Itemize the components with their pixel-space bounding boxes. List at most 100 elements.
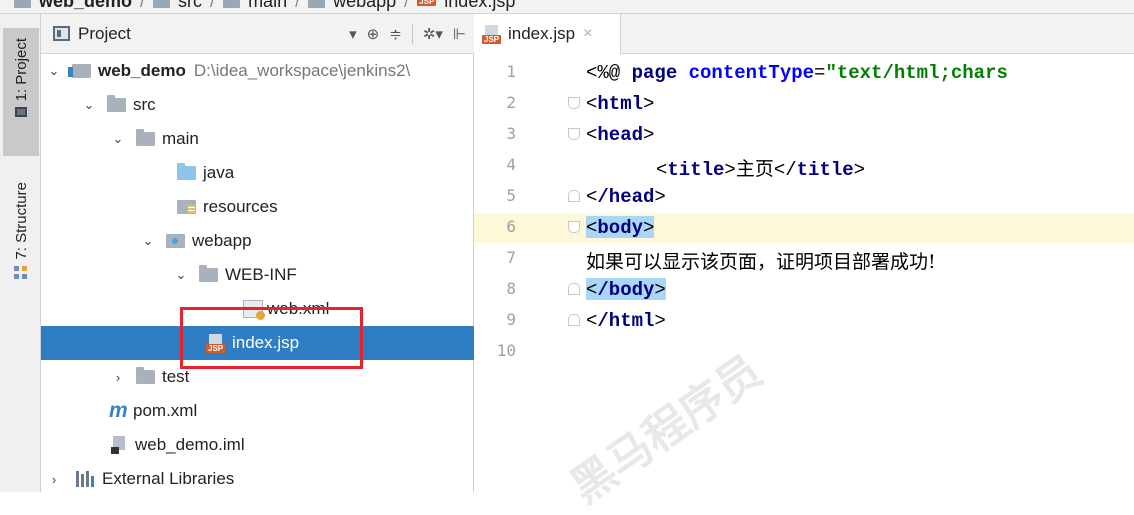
module-folder-icon [14,0,31,8]
fold-marker-icon[interactable] [568,97,580,111]
code-text: </body> [586,278,666,301]
expand-arrow-icon[interactable]: › [46,472,62,487]
fold-marker-icon[interactable] [568,190,580,204]
line-number: 5 [506,186,516,205]
folder-icon [107,95,126,112]
maven-icon: m [109,399,128,422]
fold-marker-icon[interactable] [568,128,580,142]
folder-icon [223,0,241,8]
code-line-6: 6 <body> [474,213,1134,243]
breadcrumb-item-main[interactable]: main [248,0,287,12]
code-line-9: 9 </html> [474,306,1134,336]
breadcrumb-separator: / [295,0,301,11]
close-tab-icon[interactable]: × [583,25,592,43]
project-panel-title: Project [78,23,131,43]
tree-item-label: External Libraries [102,469,235,488]
library-icon [76,471,96,487]
breadcrumb-item-src[interactable]: src [178,0,202,12]
expand-arrow-icon[interactable]: › [110,370,126,385]
iml-file-icon [111,436,129,454]
code-text: 如果可以显示该页面，证明项目部署成功! [586,251,936,273]
tree-item-resources[interactable]: resources [41,190,474,224]
tree-item-webapp[interactable]: ⌄ webapp [41,224,474,258]
line-number: 10 [496,341,516,360]
tree-item-src[interactable]: ⌄ src [41,88,474,122]
tree-item-label: main [162,129,199,148]
collapse-arrow-icon[interactable]: ⌄ [81,97,97,113]
collapse-arrow-icon[interactable]: ⌄ [140,233,156,249]
folder-icon [153,0,171,8]
code-text: <html> [586,93,655,115]
breadcrumb-separator: / [140,0,146,11]
breadcrumb-item-webapp[interactable]: webapp [333,0,396,12]
folder-icon [136,129,155,146]
project-panel-header: Project ▾ ⊕ ≑ ✲▾ ⊩ [41,14,474,54]
project-panel-toolbar: ▾ ⊕ ≑ ✲▾ ⊩ [349,14,474,54]
tab-label: index.jsp [508,24,576,43]
code-text: </html> [586,310,666,332]
code-line-7: 7 如果可以显示该页面，证明项目部署成功! [474,244,1134,274]
module-folder-icon [68,64,91,78]
collapse-all-icon[interactable]: ≑ [389,25,402,43]
collapse-arrow-icon[interactable]: ⌄ [110,131,126,147]
tool-tab-project[interactable]: 1: Project [3,28,39,156]
breadcrumb-separator: / [404,0,410,11]
line-number: 3 [506,124,516,143]
jsp-file-icon: JSP [417,0,437,6]
tree-item-external-libraries[interactable]: › External Libraries [41,462,474,496]
line-number: 1 [506,62,516,81]
collapse-arrow-icon[interactable]: ⌄ [173,267,189,283]
tool-tab-project-label: 1: Project [12,38,30,102]
navigation-breadcrumb: web_demo / src / main / webapp / JSP ind… [0,0,1134,14]
toolbar-divider [411,24,413,44]
code-line-4: 4 <title>主页</title> [474,151,1134,181]
code-text: <head> [586,124,655,146]
breadcrumb-item-index-jsp[interactable]: index.jsp [444,0,515,12]
project-tool-window: Project ▾ ⊕ ≑ ✲▾ ⊩ ⌄ web_demo D:\idea_wo… [41,14,474,492]
code-line-1: 1 <%@ page contentType="text/html;chars [474,58,1134,88]
fold-marker-icon[interactable] [568,283,580,297]
code-text: <body> [586,216,655,239]
hide-panel-icon[interactable]: ⊩ [453,25,466,43]
module-path: D:\idea_workspace\jenkins2\ [193,61,411,80]
line-number: 2 [506,93,516,112]
folder-icon [136,367,155,384]
breadcrumb-item-web-demo[interactable]: web_demo [39,0,132,12]
view-mode-dropdown-icon[interactable]: ▾ [349,25,357,43]
project-tool-icon [15,107,27,118]
editor-tab-bar: JSP index.jsp × [474,14,1134,54]
tree-item-web-demo-iml[interactable]: web_demo.iml [41,428,474,462]
tree-item-java[interactable]: java [41,156,474,190]
tool-tab-structure[interactable]: 7: Structure [3,182,39,312]
folder-icon [199,265,218,282]
code-line-8: 8 </body> [474,275,1134,305]
fold-marker-icon[interactable] [568,314,580,328]
line-number: 4 [506,155,516,174]
settings-gear-icon[interactable]: ✲▾ [423,25,443,43]
tree-item-label: webapp [192,231,252,250]
breadcrumb-separator: / [210,0,216,11]
tree-item-label: pom.xml [133,401,198,420]
tree-item-web-demo[interactable]: ⌄ web_demo D:\idea_workspace\jenkins2\ [41,54,474,88]
line-number: 6 [506,217,516,236]
tree-item-label: test [162,367,190,386]
tool-window-stripe: 1: Project 7: Structure [0,14,41,492]
code-line-5: 5 </head> [474,182,1134,212]
tree-item-pom-xml[interactable]: m pom.xml [41,394,474,428]
tree-item-web-inf[interactable]: ⌄ WEB-INF [41,258,474,292]
code-line-10: 10 [474,337,1134,367]
tree-item-label: java [203,163,235,182]
tree-item-main[interactable]: ⌄ main [41,122,474,156]
tree-item-label: WEB-INF [225,265,297,284]
web-folder-icon [166,234,185,248]
collapse-arrow-icon[interactable]: ⌄ [46,63,62,79]
folder-icon [308,0,326,8]
fold-marker-icon[interactable] [568,221,580,235]
scroll-from-source-icon[interactable]: ⊕ [367,25,380,43]
code-text: <title>主页</title> [656,158,866,181]
resources-folder-icon [177,200,196,214]
line-number: 7 [506,248,516,267]
code-text: </head> [586,186,666,208]
tree-item-label: web_demo.iml [135,435,245,454]
tab-index-jsp[interactable]: JSP index.jsp × [474,14,621,54]
